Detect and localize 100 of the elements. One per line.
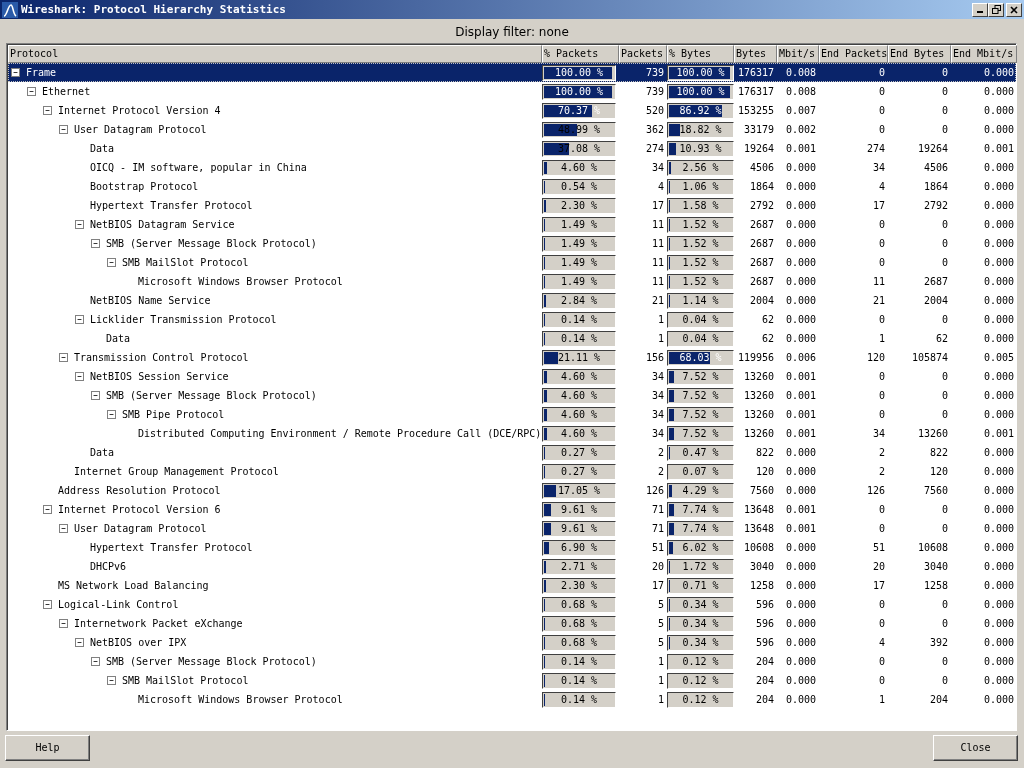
collapse-toggle-icon[interactable] <box>59 125 68 134</box>
table-row[interactable]: Internet Protocol Version 6 9.61 % 71 7.74 % 13648 0.001 0 0 0.000 <box>8 500 1016 519</box>
table-cell-text: 822 <box>754 447 775 458</box>
percent-value: 2.84 % <box>559 293 599 308</box>
table-cell-text: 0.001 <box>784 371 817 382</box>
collapse-toggle-icon[interactable] <box>43 600 52 609</box>
table-cell-text: 392 <box>928 637 949 648</box>
restore-button[interactable] <box>988 2 1004 17</box>
table-row[interactable]: NetBIOS Datagram Service 1.49 % 11 1.52 % 2687 0.000 0 0 0.000 <box>8 215 1016 234</box>
protocol-name: MS Network Load Balancing <box>58 580 209 591</box>
collapse-toggle-icon[interactable] <box>59 524 68 533</box>
percent-value: 100.00 % <box>675 65 726 80</box>
table-row[interactable]: Hypertext Transfer Protocol 2.30 % 17 1.58 % 2792 0.000 17 2792 0.000 <box>8 196 1016 215</box>
table-row[interactable]: Microsoft Windows Browser Protocol 1.49 % 11 1.52 % 2687 0.000 11 2687 0.000 <box>8 272 1016 291</box>
column-header[interactable]: % Packets <box>542 45 619 63</box>
table-cell-text: 20 <box>650 561 665 572</box>
table-cell-text: 0.000 <box>784 485 817 496</box>
table-cell-text: 0.000 <box>982 105 1015 116</box>
close-button[interactable] <box>1006 2 1022 17</box>
column-header[interactable]: Protocol <box>8 45 542 63</box>
table-row[interactable]: Hypertext Transfer Protocol 6.90 % 51 6.02 % 10608 0.000 51 10608 0.000 <box>8 538 1016 557</box>
table-cell-text: 0 <box>940 618 949 629</box>
table-row[interactable]: User Datagram Protocol 9.61 % 71 7.74 % 13648 0.001 0 0 0.000 <box>8 519 1016 538</box>
table-cell-text: 11 <box>650 276 665 287</box>
table-row[interactable]: Internetwork Packet eXchange 0.68 % 5 0.34 % 596 0.000 0 0 0.000 <box>8 614 1016 633</box>
collapse-toggle-icon[interactable] <box>59 353 68 362</box>
table-cell-text: 1 <box>656 694 665 705</box>
table-cell-text: 0 <box>940 238 949 249</box>
collapse-toggle-icon[interactable] <box>75 220 84 229</box>
collapse-toggle-icon[interactable] <box>91 239 100 248</box>
percent-value: 0.04 % <box>681 331 720 346</box>
table-row[interactable]: Logical-Link Control 0.68 % 5 0.34 % 596 0.000 0 0 0.000 <box>8 595 1016 614</box>
column-header[interactable]: Bytes <box>734 45 777 63</box>
table-cell-text: 1864 <box>748 181 775 192</box>
column-header[interactable]: End Bytes <box>888 45 951 63</box>
protocol-name: Ethernet <box>42 86 91 97</box>
help-button[interactable]: Help <box>5 734 90 761</box>
collapse-toggle-icon[interactable] <box>107 676 116 685</box>
table-row[interactable]: Internet Protocol Version 4 70.37 % 520 86.92 % 153255 0.007 0 0 0.000 <box>8 101 1016 120</box>
column-header[interactable]: End Packets <box>819 45 888 63</box>
table-row[interactable]: Microsoft Windows Browser Protocol 0.14 % 1 0.12 % 204 0.000 1 204 0.000 <box>8 690 1016 709</box>
collapse-toggle-icon[interactable] <box>75 315 84 324</box>
table-cell-text: 0 <box>940 257 949 268</box>
table-row[interactable]: SMB Pipe Protocol 4.60 % 34 7.52 % 13260 0.001 0 0 0.000 <box>8 405 1016 424</box>
table-row[interactable]: MS Network Load Balancing 2.30 % 17 0.71 % 1258 0.000 17 1258 0.000 <box>8 576 1016 595</box>
column-header[interactable]: % Bytes <box>667 45 734 63</box>
table-cell-text: 1 <box>877 694 886 705</box>
protocol-name: OICQ - IM software, popular in China <box>90 162 307 173</box>
collapse-toggle-icon[interactable] <box>27 87 36 96</box>
collapse-toggle-icon[interactable] <box>11 68 20 77</box>
minimize-button[interactable] <box>972 2 988 17</box>
table-row[interactable]: NetBIOS Name Service 2.84 % 21 1.14 % 2004 0.000 21 2004 0.000 <box>8 291 1016 310</box>
table-cell-text: 4 <box>877 181 886 192</box>
collapse-toggle-icon[interactable] <box>43 505 52 514</box>
table-row[interactable]: Ethernet 100.00 % 739 100.00 % 176317 0.008 0 0 0.000 <box>8 82 1016 101</box>
collapse-toggle-icon[interactable] <box>107 410 116 419</box>
table-row[interactable]: SMB (Server Message Block Protocol) 0.14 % 1 0.12 % 204 0.000 0 0 0.000 <box>8 652 1016 671</box>
table-row[interactable]: Bootstrap Protocol 0.54 % 4 1.06 % 1864 0.000 4 1864 0.000 <box>8 177 1016 196</box>
table-row[interactable]: OICQ - IM software, popular in China 4.60 % 34 2.56 % 4506 0.000 34 4506 0.000 <box>8 158 1016 177</box>
table-cell-text: 0 <box>940 314 949 325</box>
percent-value: 0.47 % <box>681 445 720 460</box>
column-header[interactable]: Mbit/s <box>777 45 819 63</box>
collapse-toggle-icon[interactable] <box>75 372 84 381</box>
table-row[interactable]: SMB MailSlot Protocol 1.49 % 11 1.52 % 2687 0.000 0 0 0.000 <box>8 253 1016 272</box>
table-cell-text: 0.000 <box>982 219 1015 230</box>
table-cell-text: 4506 <box>922 162 949 173</box>
collapse-toggle-icon[interactable] <box>59 619 68 628</box>
column-header[interactable]: Packets <box>619 45 667 63</box>
collapse-toggle-icon[interactable] <box>75 638 84 647</box>
percent-value: 1.52 % <box>681 255 720 270</box>
table-row[interactable]: DHCPv6 2.71 % 20 1.72 % 3040 0.000 20 3040 0.000 <box>8 557 1016 576</box>
table-row[interactable]: Data 0.27 % 2 0.47 % 822 0.000 2 822 0.000 <box>8 443 1016 462</box>
table-cell-text: 204 <box>928 694 949 705</box>
table-row[interactable]: SMB (Server Message Block Protocol) 1.49 % 11 1.52 % 2687 0.000 0 0 0.000 <box>8 234 1016 253</box>
table-cell-text: 0.000 <box>982 276 1015 287</box>
table-cell-text: 34 <box>650 162 665 173</box>
table-row[interactable]: NetBIOS over IPX 0.68 % 5 0.34 % 596 0.000 4 392 0.000 <box>8 633 1016 652</box>
table-row[interactable]: Frame 100.00 % 739 100.00 % 176317 0.008 0 0 0.000 <box>8 63 1016 82</box>
table-cell-text: 34 <box>871 162 886 173</box>
table-row[interactable]: Distributed Computing Environment / Remote Procedure Call (DCE/RPC) 4.60 % 34 7.52 % 13260 0.001 34 13260 0.001 <box>8 424 1016 443</box>
table-row[interactable]: Internet Group Management Protocol 0.27 % 2 0.07 % 120 0.000 2 120 0.000 <box>8 462 1016 481</box>
table-cell-text: 0 <box>877 124 886 135</box>
table-cell-text: 153255 <box>736 105 775 116</box>
table-cell-text: 0.000 <box>982 238 1015 249</box>
collapse-toggle-icon[interactable] <box>91 657 100 666</box>
table-cell-text: 34 <box>650 371 665 382</box>
table-cell-text: 13260 <box>742 390 775 401</box>
close-dialog-button[interactable]: Close <box>933 734 1018 761</box>
table-row[interactable]: Transmission Control Protocol 21.11 % 156 68.03 % 119956 0.006 120 105874 0.005 <box>8 348 1016 367</box>
table-row[interactable]: Address Resolution Protocol 17.05 % 126 4.29 % 7560 0.000 126 7560 0.000 <box>8 481 1016 500</box>
table-row[interactable]: NetBIOS Session Service 4.60 % 34 7.52 % 13260 0.001 0 0 0.000 <box>8 367 1016 386</box>
collapse-toggle-icon[interactable] <box>107 258 116 267</box>
table-row[interactable]: Data 0.14 % 1 0.04 % 62 0.000 1 62 0.000 <box>8 329 1016 348</box>
table-row[interactable]: SMB (Server Message Block Protocol) 4.60 % 34 7.52 % 13260 0.001 0 0 0.000 <box>8 386 1016 405</box>
collapse-toggle-icon[interactable] <box>43 106 52 115</box>
percent-value: 9.61 % <box>559 502 599 517</box>
column-header[interactable]: End Mbit/s <box>951 45 1017 63</box>
table-row[interactable]: SMB MailSlot Protocol 0.14 % 1 0.12 % 204 0.000 0 0 0.000 <box>8 671 1016 690</box>
table-row[interactable]: Licklider Transmission Protocol 0.14 % 1 0.04 % 62 0.000 0 0 0.000 <box>8 310 1016 329</box>
collapse-toggle-icon[interactable] <box>91 391 100 400</box>
